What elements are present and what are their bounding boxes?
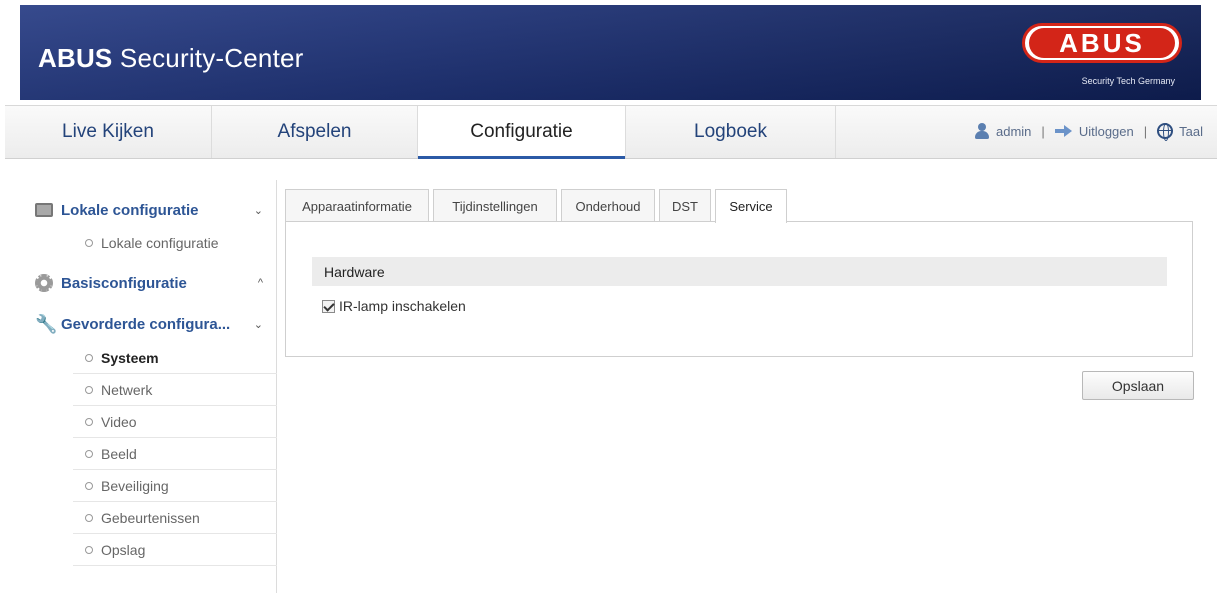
user-icon [974, 123, 990, 139]
bullet-icon [85, 545, 93, 554]
bullet-icon [85, 385, 93, 394]
main-nav: Live Kijken Afspelen Configuratie Logboe… [5, 105, 1217, 159]
sidebar-item-beeld[interactable]: Beeld [73, 438, 277, 470]
globe-icon[interactable] [1157, 123, 1174, 141]
nav-tab-playback[interactable]: Afspelen [212, 106, 418, 158]
nav-tab-live[interactable]: Live Kijken [5, 106, 212, 158]
chevron-down-icon: ⌄ [253, 318, 263, 331]
sidebar-group-basic[interactable]: Basisconfiguratie ^ [5, 266, 277, 300]
nav-tab-log[interactable]: Logboek [626, 106, 836, 158]
tab-onderhoud[interactable]: Onderhoud [561, 189, 655, 222]
sidebar-item-systeem[interactable]: Systeem [73, 342, 277, 374]
logout-icon[interactable] [1054, 125, 1073, 137]
sidebar-group-advanced[interactable]: 🔧 Gevorderde configura... ⌄ [5, 307, 277, 341]
user-area: admin | Uitloggen | Taal [974, 123, 1203, 141]
service-panel: Hardware IR-lamp inschakelen [285, 221, 1193, 357]
save-button[interactable]: Opslaan [1082, 371, 1194, 400]
sidebar-item-netwerk[interactable]: Netwerk [73, 374, 277, 406]
wrench-icon: 🔧 [35, 314, 58, 334]
sidebar: Lokale configuratie ⌄ Lokale configurati… [5, 180, 277, 593]
tab-tijdinstellingen[interactable]: Tijdinstellingen [433, 189, 557, 222]
ir-lamp-label: IR-lamp inschakelen [339, 298, 466, 314]
section-title: Hardware [312, 257, 1167, 286]
logout-link[interactable]: Uitloggen [1079, 124, 1134, 139]
sidebar-item-gebeurtenissen[interactable]: Gebeurtenissen [73, 502, 277, 534]
nav-tab-configuration[interactable]: Configuratie [418, 106, 626, 159]
ir-lamp-checkbox[interactable] [322, 299, 335, 313]
sidebar-item-opslag[interactable]: Opslag [73, 534, 277, 566]
ir-lamp-row: IR-lamp inschakelen [322, 298, 466, 314]
chevron-up-icon: ^ [257, 277, 263, 289]
bullet-icon [85, 449, 93, 458]
bullet-icon [85, 513, 93, 522]
tab-apparaatinformatie[interactable]: Apparaatinformatie [285, 189, 429, 222]
sidebar-item-beveiliging[interactable]: Beveiliging [73, 470, 277, 502]
sidebar-item-video[interactable]: Video [73, 406, 277, 438]
sidebar-group-local[interactable]: Lokale configuratie ⌄ [5, 193, 277, 227]
header-banner: ABUS Security-Center ABUS Security Tech … [20, 5, 1201, 100]
tab-service[interactable]: Service [715, 189, 787, 223]
username: admin [996, 123, 1032, 139]
bullet-icon [85, 417, 93, 426]
bullet-icon [85, 353, 93, 362]
app-title: ABUS Security-Center [38, 43, 304, 73]
language-link[interactable]: Taal [1179, 124, 1203, 139]
monitor-icon [35, 203, 53, 217]
logo-tagline: Security Tech Germany [1081, 76, 1175, 86]
sidebar-item-local-config[interactable]: Lokale configuratie [85, 235, 219, 251]
bullet-icon [85, 481, 93, 490]
tab-dst[interactable]: DST [659, 189, 711, 222]
chevron-down-icon: ⌄ [253, 204, 263, 217]
gear-icon [35, 274, 53, 292]
abus-logo: ABUS [1022, 23, 1182, 63]
bullet-icon [85, 239, 93, 247]
